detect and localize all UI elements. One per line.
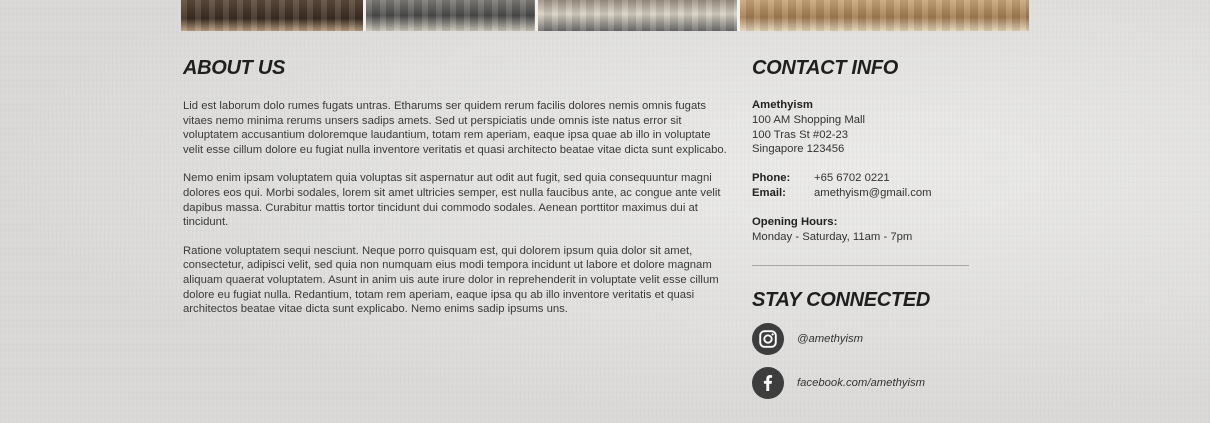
about-title: ABOUT US [183,57,286,79]
hours-value: Monday - Saturday, 11am - 7pm [752,230,913,243]
email-link[interactable]: amethyism@gmail.com [814,186,932,201]
phone-email-block: Phone: +65 6702 0221 Email: amethyism@gm… [752,171,972,201]
phone-row: Phone: +65 6702 0221 [752,171,972,186]
contact-section: CONTACT INFO Amethyism 100 AM Shopping M… [752,56,972,258]
address-block: Amethyism 100 AM Shopping Mall 100 Tras … [752,98,972,157]
banner-photo-2 [366,0,538,31]
phone-number[interactable]: +65 6702 0221 [814,171,890,186]
section-divider [752,265,969,266]
about-paragraph: Lid est laborum dolo rumes fugats untras… [183,100,727,156]
banner-photo-3 [538,0,740,31]
phone-label: Phone: [752,172,791,185]
stay-connected-title: STAY CONNECTED [752,289,931,311]
email-row: Email: amethyism@gmail.com [752,186,972,201]
about-paragraphs: Lid est laborum dolo rumes fugats untras… [183,99,728,317]
hours-block: Opening Hours: Monday - Saturday, 11am -… [752,215,972,245]
contact-details: Amethyism 100 AM Shopping Mall 100 Tras … [752,98,972,244]
email-label: Email: [752,186,786,199]
address-line: Singapore 123456 [752,143,845,156]
address-line: 100 Tras St #02-23 [752,128,849,141]
about-paragraph: Nemo enim ipsam voluptatem quia voluptas… [183,172,721,229]
contact-title: CONTACT INFO [752,57,899,79]
banner-photo-1 [181,0,366,31]
about-section: ABOUT US Lid est laborum dolo rumes fuga… [183,56,728,331]
instagram-handle[interactable]: @amethyism [797,333,863,345]
instagram-icon[interactable] [752,322,784,355]
banner-photo-4 [740,0,1029,31]
instagram-link[interactable]: @amethyism [752,322,992,355]
store-photo-banner [181,0,1029,31]
address-line: 100 AM Shopping Mall [752,113,866,126]
stay-connected-section: STAY CONNECTED @amethyism facebook.com/a… [752,288,992,399]
social-links: @amethyism facebook.com/amethyism [752,322,992,399]
business-name: Amethyism [752,99,813,111]
about-paragraph: Ratione voluptatem sequi nesciunt. Neque… [183,244,719,316]
facebook-icon[interactable] [752,366,784,399]
facebook-handle[interactable]: facebook.com/amethyism [797,377,925,389]
hours-label: Opening Hours: [752,215,838,228]
facebook-link[interactable]: facebook.com/amethyism [752,366,992,399]
